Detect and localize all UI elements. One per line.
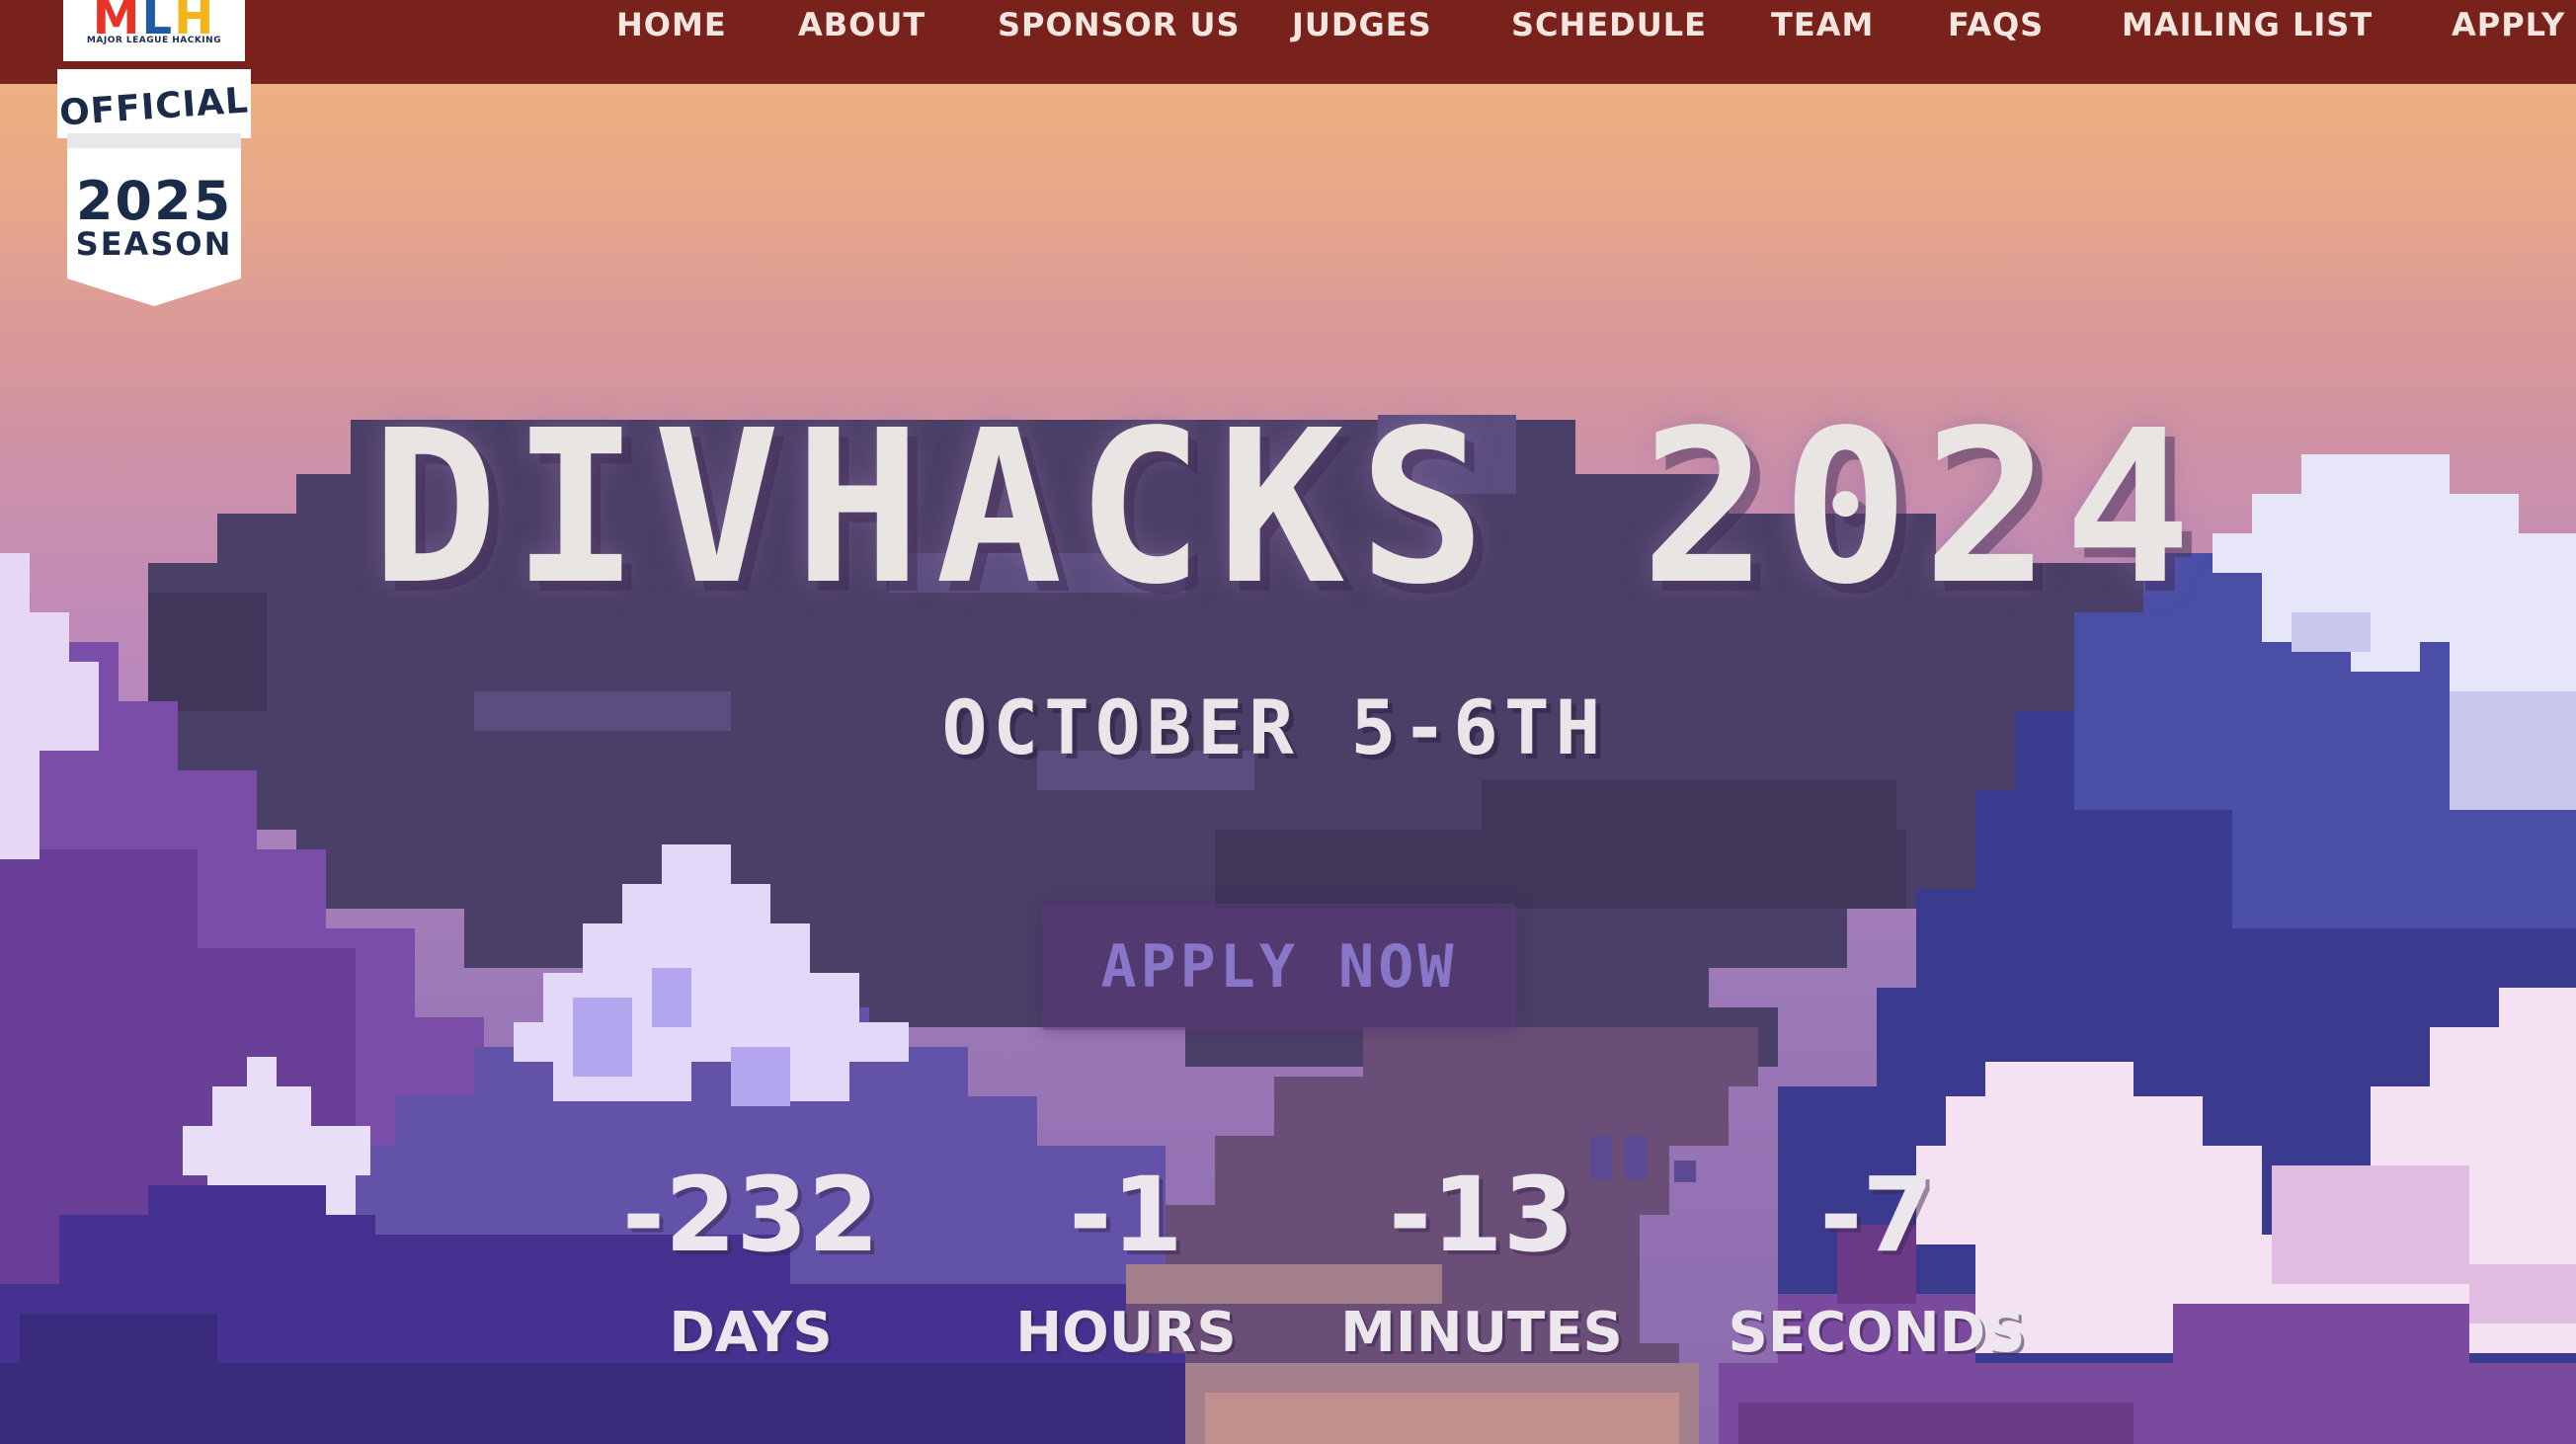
countdown-minutes-value: -13 xyxy=(1389,1155,1574,1275)
nav-sponsor-us[interactable]: SPONSOR US xyxy=(998,0,1241,49)
badge-season: SEASON xyxy=(75,225,233,263)
countdown-minutes-label: MINUTES xyxy=(1340,1301,1623,1365)
badge-subtitle: MAJOR LEAGUE HACKING xyxy=(86,36,222,45)
nav-judges[interactable]: JUDGES xyxy=(1292,0,1432,49)
countdown-seconds-label: SECONDS xyxy=(1728,1301,2026,1365)
countdown-days-label: DAYS xyxy=(669,1301,833,1365)
nav-schedule[interactable]: SCHEDULE xyxy=(1511,0,1707,49)
nav-team[interactable]: TEAM xyxy=(1771,0,1874,49)
mlh-official-badge[interactable]: MLH MAJOR LEAGUE HACKING OFFICIAL 2025 S… xyxy=(55,0,253,308)
badge-year: 2025 xyxy=(75,170,233,232)
hero-date: OCTOBER 5-6TH xyxy=(941,683,1607,771)
nav-apply[interactable]: APPLY xyxy=(2452,0,2565,49)
nav-about[interactable]: ABOUT xyxy=(798,0,926,49)
hero-title: DIVHACKS 2024 xyxy=(370,385,2206,631)
nav-faqs[interactable]: FAQS xyxy=(1948,0,2044,49)
nav-home[interactable]: HOME xyxy=(616,0,727,49)
nav-mailing-list[interactable]: MAILING LIST xyxy=(2122,0,2373,49)
page: HOME ABOUT SPONSOR US JUDGES SCHEDULE TE… xyxy=(0,0,2576,1444)
countdown-days-value: -232 xyxy=(621,1155,880,1275)
apply-now-button[interactable]: APPLY NOW xyxy=(1042,904,1516,1030)
countdown-hours-label: HOURS xyxy=(1015,1301,1237,1365)
top-nav: HOME ABOUT SPONSOR US JUDGES SCHEDULE TE… xyxy=(0,0,2576,84)
countdown-hours-value: -1 xyxy=(1069,1155,1183,1275)
countdown-seconds-value: -7 xyxy=(1819,1155,1934,1275)
